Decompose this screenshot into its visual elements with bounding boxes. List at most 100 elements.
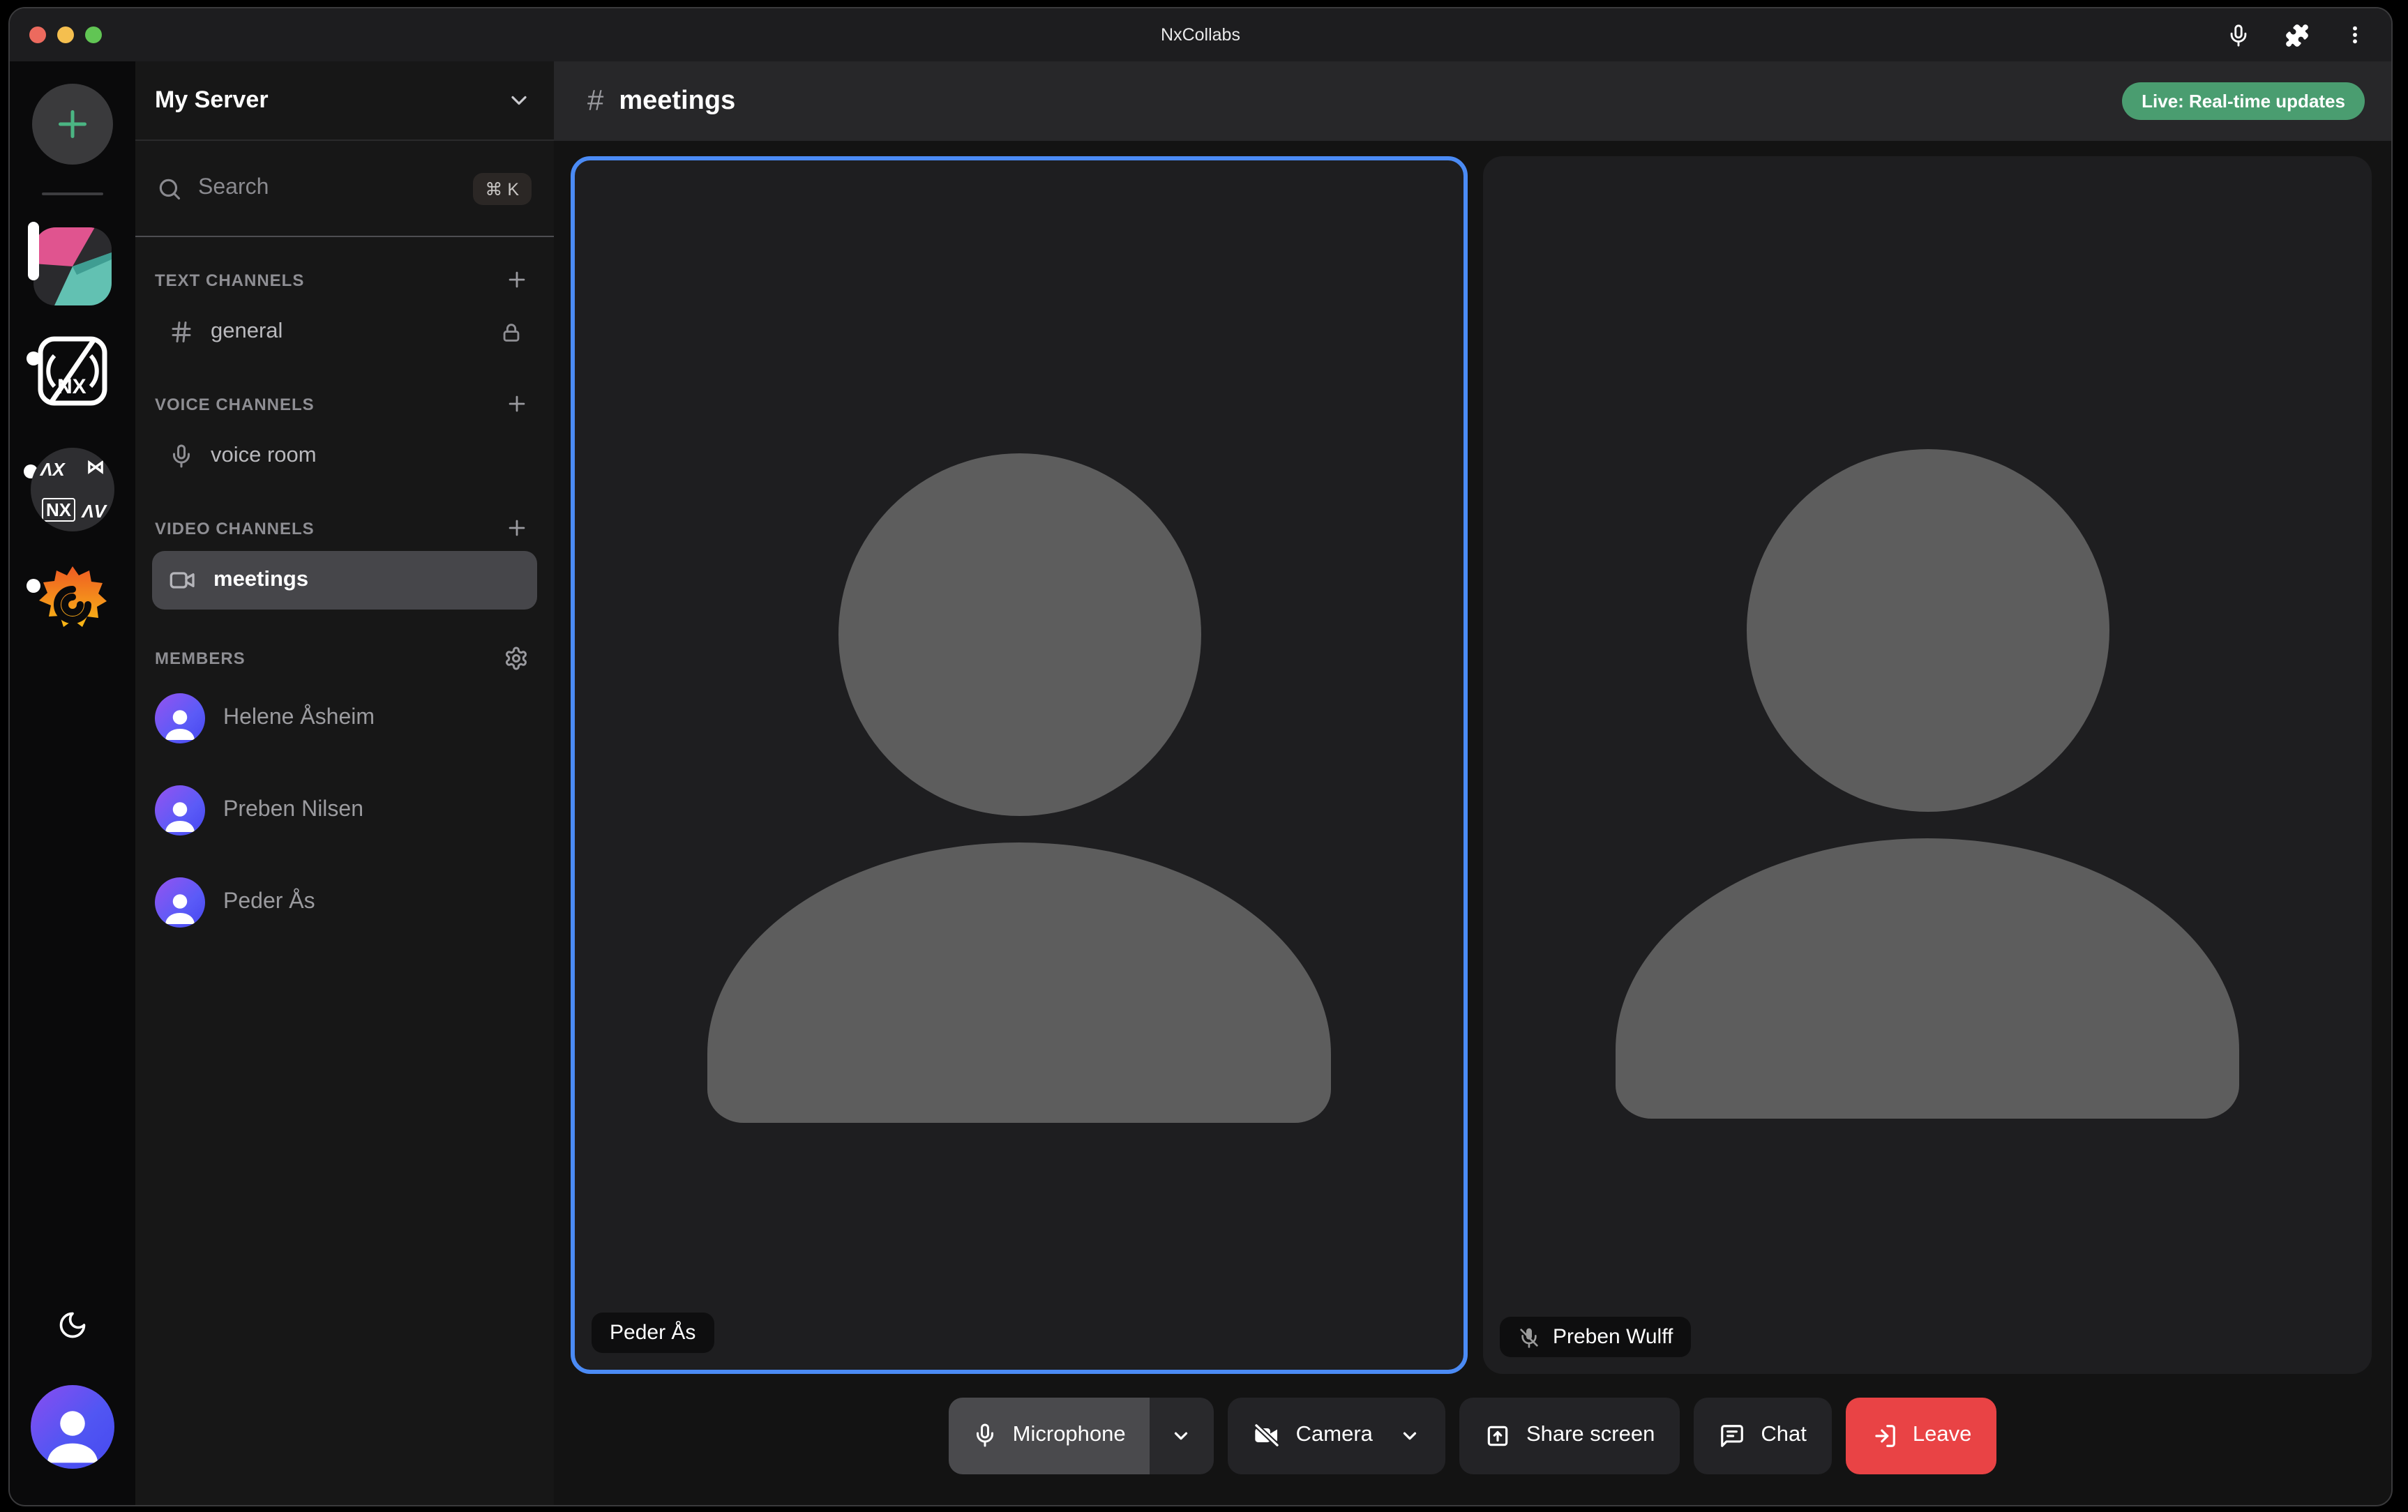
app-window: NxCollabs [8,7,2393,1506]
channel-label: voice room [211,444,317,469]
server-item-workspace[interactable] [33,195,112,305]
add-server-button[interactable] [32,84,113,165]
person-icon [36,1396,109,1469]
camera-off-icon [1253,1421,1281,1449]
section-text-channels: TEXT CHANNELS [135,268,554,292]
member-item[interactable]: Helene Åsheim [135,674,554,763]
mic-off-icon [1518,1326,1540,1348]
page-title: meetings [619,86,735,116]
members-settings-button[interactable] [504,646,529,671]
kebab-menu-icon[interactable] [2344,24,2366,46]
server-rail: NX ΛX ⋈ NX ΛV [10,61,135,1505]
moon-icon [57,1310,88,1340]
server-name: My Server [155,86,269,114]
camera-options-button[interactable] [1399,1425,1420,1446]
participant-name-label: Peder Ås [592,1313,714,1353]
video-tile-preben[interactable]: Preben Wulff [1483,156,2372,1374]
grafana-icon [33,562,112,640]
svg-text:NX: NX [57,375,86,398]
channel-item-voice-room[interactable]: voice room [152,427,537,485]
member-item[interactable]: Preben Nilsen [135,766,554,855]
section-voice-channels: VOICE CHANNELS [135,392,554,416]
active-server-indicator [28,221,39,280]
zoom-button[interactable] [85,27,102,43]
person-icon [159,886,201,928]
extensions-icon[interactable] [2284,22,2310,48]
add-voice-channel-button[interactable] [505,392,529,416]
hash-icon: # [587,84,603,118]
workspace-pinkteal-icon [33,227,112,305]
member-name: Peder Ås [223,890,315,915]
search-input[interactable]: Search ⌘ K [135,141,554,237]
plus-icon [52,103,93,145]
camera-button[interactable]: Camera [1228,1397,1445,1474]
server-item-nx-collage[interactable]: ΛX ⋈ NX ΛV [31,410,114,531]
chevron-down-icon [506,88,532,113]
server-header[interactable]: My Server [135,61,554,141]
person-icon [159,794,201,836]
call-controls: Microphone Camera [554,1374,2391,1505]
mic-icon [972,1423,998,1448]
microphone-button-group: Microphone [949,1397,1214,1474]
nx-collage-icon: ΛX ⋈ NX ΛV [31,448,114,531]
channel-sidebar: My Server Search ⌘ K TEXT CHANNELS [135,61,554,1505]
traffic-lights [10,27,102,43]
share-screen-icon [1484,1422,1511,1449]
chevron-down-icon [1171,1425,1192,1446]
video-tile-peder[interactable]: Peder Ås [571,156,1468,1374]
member-item[interactable]: Peder Ås [135,858,554,947]
microphone-button[interactable]: Microphone [949,1397,1150,1474]
theme-toggle-button[interactable] [57,1310,88,1340]
section-video-channels: VIDEO CHANNELS [135,516,554,540]
plus-icon [505,392,529,416]
avatar-placeholder-body [1615,838,2238,1119]
server-item-grafana[interactable] [33,531,112,640]
avatar-placeholder-head [838,453,1201,816]
plus-icon [505,516,529,540]
member-name: Preben Nilsen [223,798,363,823]
person-icon [159,702,201,743]
titlebar: NxCollabs [10,8,2391,61]
server-indicator-dot [27,579,40,593]
user-avatar[interactable] [31,1385,114,1469]
avatar-placeholder-head [1746,449,2109,812]
leave-icon [1871,1422,1897,1449]
channel-header: # meetings Live: Real-time updates [554,61,2391,141]
member-name: Helene Åsheim [223,706,375,731]
add-video-channel-button[interactable] [505,516,529,540]
chat-button[interactable]: Chat [1694,1397,1832,1474]
chat-icon [1719,1422,1745,1449]
chevron-down-icon [1399,1425,1420,1446]
participant-name-label: Preben Wulff [1500,1317,1691,1357]
share-screen-button[interactable]: Share screen [1459,1397,1680,1474]
video-icon [169,566,197,594]
member-avatar [155,785,205,836]
app-root: NxCollabs [0,0,2408,1512]
mic-icon [169,444,194,469]
nx-logo-icon: NX [33,332,112,410]
member-avatar [155,877,205,928]
close-button[interactable] [29,27,46,43]
video-grid: Peder Ås Preben Wulff [554,141,2391,1374]
member-avatar [155,693,205,743]
lock-icon [499,320,523,344]
section-members: MEMBERS [135,646,554,671]
channel-item-meetings[interactable]: meetings [152,551,537,610]
minimize-button[interactable] [57,27,74,43]
add-text-channel-button[interactable] [505,268,529,292]
gear-icon [504,646,529,671]
search-icon [156,175,183,202]
server-item-nx[interactable]: NX [33,305,112,410]
leave-button[interactable]: Leave [1846,1397,1996,1474]
search-placeholder: Search [198,176,457,201]
avatar-placeholder-body [707,842,1330,1123]
microphone-permission-icon[interactable] [2227,23,2250,47]
hash-icon [169,319,194,345]
main-area: # meetings Live: Real-time updates Peder… [554,61,2391,1505]
channel-item-general[interactable]: general [152,303,537,361]
server-indicator-dot [27,351,40,365]
plus-icon [505,268,529,292]
channel-label: general [211,319,283,345]
microphone-options-button[interactable] [1150,1397,1214,1474]
channel-label: meetings [213,568,308,593]
